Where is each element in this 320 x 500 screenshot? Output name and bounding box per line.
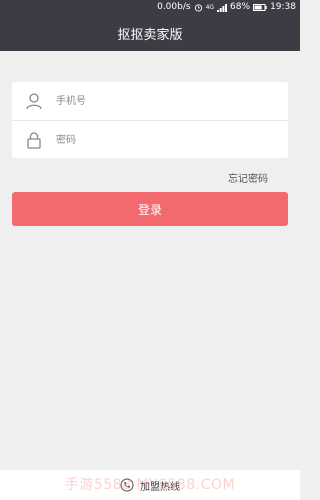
battery-percent: 68% [230,2,251,12]
user-icon [26,93,42,110]
password-field-row [12,120,288,159]
phone-icon [120,478,134,492]
hotline-link[interactable]: 加盟热线 [0,470,300,500]
lock-icon [27,132,41,149]
network-type: 4G [205,4,215,11]
battery-icon [253,4,267,11]
login-form-card [12,82,288,158]
phone-field-row [12,82,288,120]
hotline-label: 加盟热线 [140,481,180,493]
forgot-password-link[interactable]: 忘记密码 [228,170,268,185]
network-speed: 0.00b/s [157,2,191,12]
title-bar: 抠抠卖家版 [0,15,300,51]
status-right: 0.00b/s 4G 68% 19:38 [157,2,296,13]
password-input[interactable] [54,133,258,147]
login-button[interactable]: 登录 [12,192,288,226]
alarm-icon [194,4,202,12]
signal-icon [217,3,228,12]
status-bar: 0.00b/s 4G 68% 19:38 [0,0,300,15]
phone-input[interactable] [54,94,258,108]
clock: 19:38 [270,2,296,12]
page-title: 抠抠卖家版 [117,27,183,43]
